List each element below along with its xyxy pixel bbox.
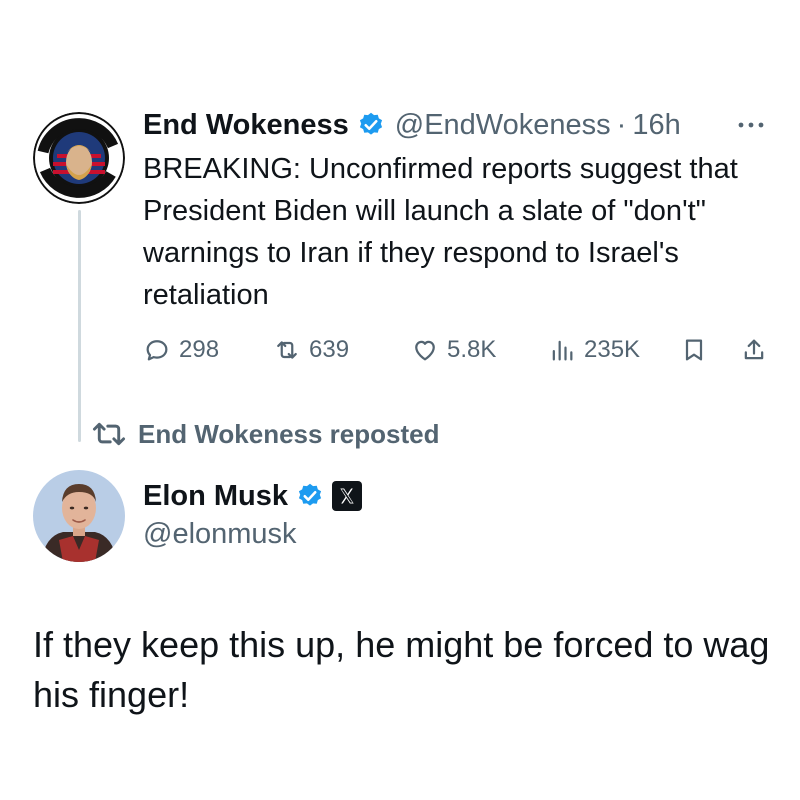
heart-icon: [415, 340, 435, 361]
repost-banner-text: End Wokeness reposted: [138, 418, 440, 449]
repost-button[interactable]: 639: [273, 330, 349, 370]
like-button[interactable]: 5.8K: [411, 330, 496, 370]
repost-banner[interactable]: End Wokeness reposted: [92, 414, 440, 454]
post-main-text: If they keep this up, he might be forced…: [33, 624, 770, 715]
like-count: 5.8K: [447, 336, 497, 363]
share-button[interactable]: [740, 330, 768, 370]
tweet-timestamp[interactable]: 16h: [632, 109, 680, 142]
more-icon[interactable]: [735, 110, 767, 140]
x-logo-icon: [340, 488, 354, 504]
reply-count: 298: [179, 336, 220, 363]
reply-icon: [146, 340, 168, 361]
quoted-user-handle[interactable]: @elonmusk: [143, 518, 297, 551]
x-affiliation-badge-icon[interactable]: [332, 481, 363, 511]
profile-photo: [33, 470, 125, 562]
support-former-things-logo: [33, 112, 125, 204]
reply-button[interactable]: 298: [143, 330, 219, 370]
author-handle[interactable]: @EndWokeness: [395, 109, 611, 142]
views-icon: [552, 340, 573, 361]
repost-banner-icon: [92, 422, 126, 446]
bookmark-icon: [685, 339, 703, 361]
tweet-action-bar: 298 639 5.8K 235K: [143, 330, 783, 370]
view-count: 235K: [584, 336, 641, 363]
tweet-header: End Wokeness @EndWokeness · 16h: [143, 104, 681, 146]
verified-badge-icon: [298, 483, 322, 506]
tweet-body-text: BREAKING: Unconfirmed reports suggest th…: [143, 153, 738, 311]
repost-count: 639: [309, 336, 350, 363]
views-button[interactable]: 235K: [548, 330, 640, 370]
share-icon: [744, 339, 764, 360]
bookmark-button[interactable]: [680, 330, 708, 370]
end-wokeness-avatar[interactable]: [33, 112, 125, 204]
verified-badge-icon: [359, 112, 382, 135]
separator-dot: ·: [616, 108, 627, 141]
thread-connector-line: [78, 210, 81, 442]
elon-musk-avatar[interactable]: [33, 470, 125, 562]
quoted-user-display-name[interactable]: Elon Musk: [143, 480, 288, 513]
quoted-user-header: Elon Musk: [143, 476, 363, 516]
author-display-name[interactable]: End Wokeness: [143, 109, 349, 142]
repost-icon: [277, 341, 297, 359]
